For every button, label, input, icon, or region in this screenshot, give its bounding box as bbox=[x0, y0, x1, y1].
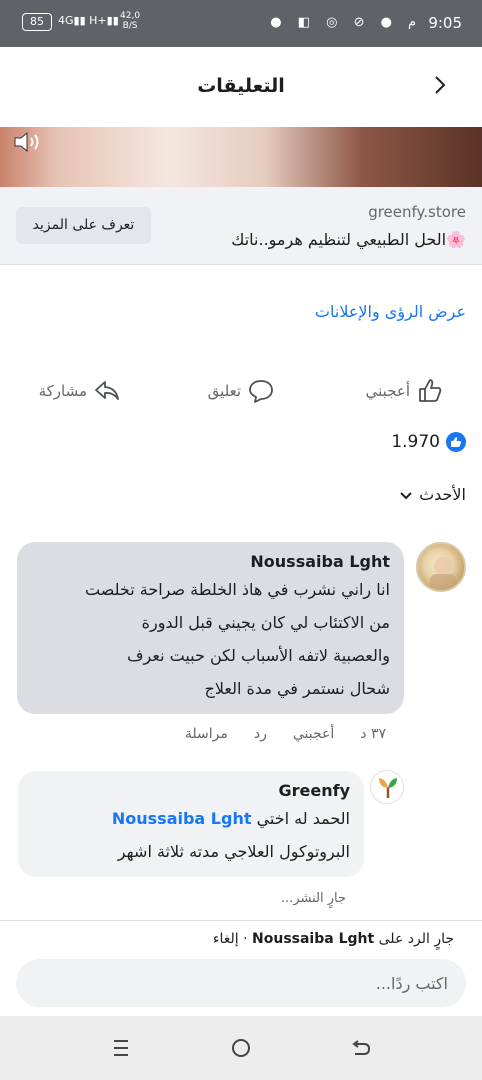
share-label: مشاركة bbox=[38, 382, 87, 400]
signal-icon: 4G▮▮ H+▮▮ bbox=[58, 14, 119, 27]
ad-info-panel: greenfy.store الحل الطبيعي لتنظيم هرمو..… bbox=[0, 187, 482, 265]
view-insights-link[interactable]: عرض الرؤى والإعلانات bbox=[315, 302, 466, 321]
thumbs-up-icon bbox=[419, 379, 442, 402]
notification-icons: ● ◧ ◎ ⊘ ● bbox=[270, 15, 398, 30]
ad-video-thumbnail[interactable] bbox=[0, 127, 482, 187]
comment-text-line: انا راني نشرب في هاذ الخلطة صراحة تخلصت bbox=[84, 580, 390, 599]
share-arrow-icon bbox=[95, 381, 119, 400]
reply-author[interactable]: Greenfy bbox=[32, 781, 350, 800]
battery-icon: 85 bbox=[22, 13, 52, 31]
ad-domain[interactable]: greenfy.store bbox=[368, 203, 466, 221]
comment-bubble-icon bbox=[249, 380, 273, 403]
avatar[interactable] bbox=[416, 542, 466, 592]
ad-headline[interactable]: الحل الطبيعي لتنظيم هرمو..ناتك🌸 bbox=[231, 230, 466, 249]
sound-icon[interactable] bbox=[12, 130, 44, 154]
greenfy-logo-icon bbox=[379, 778, 397, 798]
comment-reply-button[interactable]: رد bbox=[254, 726, 267, 742]
comment-label: تعليق bbox=[207, 382, 241, 400]
posting-status: جارٍ النشر... bbox=[280, 891, 346, 906]
comment-bubble: Noussaiba Lght انا راني نشرب في هاذ الخل… bbox=[17, 542, 404, 714]
network-speed: 42,0 B/S bbox=[120, 11, 141, 31]
replying-to-name: Noussaiba Lght bbox=[252, 931, 375, 947]
like-button[interactable]: أعجبني bbox=[366, 376, 444, 406]
comment-button[interactable]: تعليق bbox=[208, 376, 275, 406]
comment-text-line: والعصبية لاتفه الأسباب لكن حبيت نعرف bbox=[126, 646, 390, 665]
cancel-reply-button[interactable]: · إلغاء bbox=[213, 931, 248, 947]
comment-message-button[interactable]: مراسلة bbox=[185, 726, 228, 742]
avatar[interactable] bbox=[370, 770, 404, 804]
reply-text-line: الحمد له اختي Noussaiba Lght bbox=[111, 809, 350, 828]
comment-author[interactable]: Noussaiba Lght bbox=[31, 552, 390, 571]
reactions-summary[interactable]: 1.970 bbox=[391, 432, 466, 452]
reaction-count: 1.970 bbox=[391, 432, 440, 452]
sort-dropdown[interactable]: الأحدث bbox=[399, 485, 466, 504]
back-icon[interactable] bbox=[347, 1034, 375, 1062]
home-icon[interactable] bbox=[227, 1034, 255, 1062]
sort-label: الأحدث bbox=[419, 485, 466, 504]
reply-composer: جارٍ الرد على Noussaiba Lght · إلغاء bbox=[0, 920, 482, 1016]
system-nav-bar bbox=[0, 1016, 482, 1080]
reply-input[interactable] bbox=[16, 959, 466, 1007]
status-bar: 9:05 م ● ◧ ◎ ⊘ ● 85 4G▮▮ H+▮▮ 42,0 B/S bbox=[0, 0, 482, 47]
comment-like-button[interactable]: أعجبني bbox=[293, 726, 334, 742]
chevron-down-icon bbox=[400, 491, 412, 499]
comment-text-line: من الاكتئاب لي كان يجيني قبل الدورة bbox=[141, 613, 390, 632]
reply-bubble: Greenfy الحمد له اختي Noussaiba Lght الب… bbox=[18, 771, 364, 877]
mention-link[interactable]: Noussaiba Lght bbox=[112, 809, 252, 828]
header: التعليقات bbox=[0, 47, 482, 127]
status-time: 9:05 bbox=[428, 14, 462, 32]
comment-meta: ٣٧ د أعجبني رد مراسلة bbox=[185, 726, 386, 742]
back-arrow-icon[interactable] bbox=[428, 73, 452, 97]
learn-more-button[interactable]: تعرف على المزيد bbox=[16, 207, 151, 244]
replying-to: جارٍ الرد على Noussaiba Lght · إلغاء bbox=[212, 931, 454, 947]
comment-text-line: شحال نستمر في مدة العلاج bbox=[204, 679, 390, 698]
like-label: أعجبني bbox=[365, 382, 410, 400]
comment-time: ٣٧ د bbox=[360, 726, 386, 742]
reply-text-line: البروتوكول العلاجي مدته ثلاثة اشهر bbox=[117, 842, 350, 861]
recent-apps-icon[interactable] bbox=[107, 1034, 135, 1062]
page-title: التعليقات bbox=[197, 75, 285, 97]
like-reaction-icon bbox=[446, 432, 466, 452]
status-ampm: م bbox=[407, 15, 416, 30]
share-button[interactable]: مشاركة bbox=[39, 376, 121, 406]
